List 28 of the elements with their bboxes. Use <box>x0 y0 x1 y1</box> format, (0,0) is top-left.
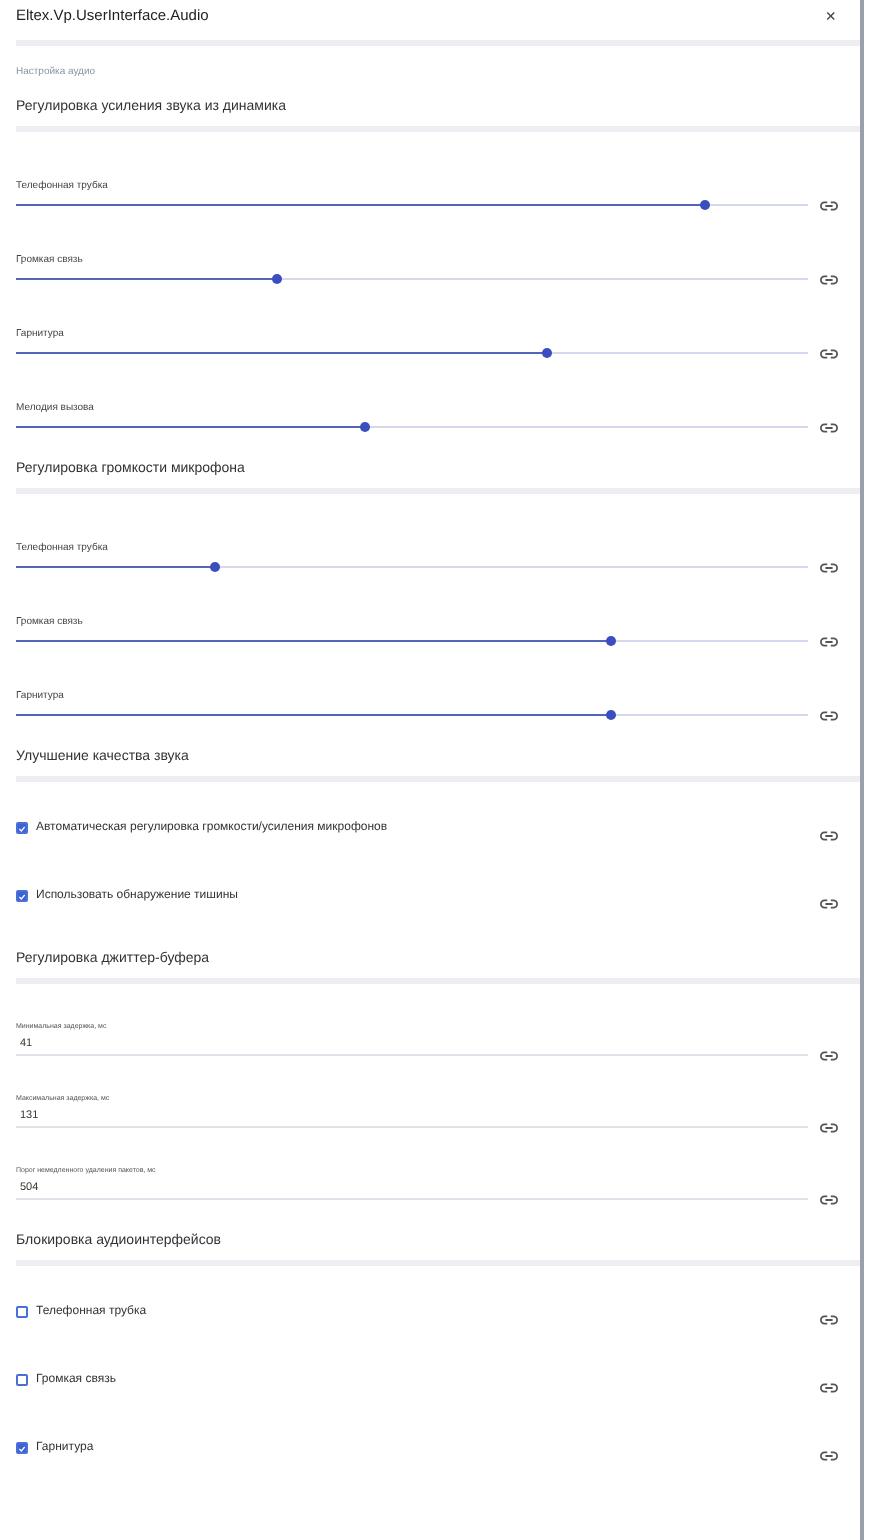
link-icon[interactable] <box>820 200 838 212</box>
slider-thumb[interactable] <box>209 561 219 572</box>
link-icon[interactable] <box>820 348 838 360</box>
link-icon[interactable] <box>820 1050 838 1062</box>
checkbox[interactable] <box>16 1374 28 1386</box>
checkbox[interactable] <box>16 890 28 902</box>
checkbox[interactable] <box>16 1442 28 1454</box>
link-icon[interactable] <box>820 830 838 842</box>
link-icon[interactable] <box>820 274 838 286</box>
link-icon[interactable] <box>820 1122 838 1134</box>
close-button[interactable]: × <box>825 5 836 25</box>
link-icon[interactable] <box>820 1450 838 1462</box>
link-icon[interactable] <box>820 636 838 648</box>
link-icon[interactable] <box>820 422 838 434</box>
link-icon[interactable] <box>820 1314 838 1326</box>
slider-thumb[interactable] <box>359 421 370 432</box>
link-icon[interactable] <box>820 1382 838 1394</box>
checkbox[interactable] <box>16 1306 28 1318</box>
link-icon[interactable] <box>820 898 838 910</box>
slider-thumb[interactable] <box>541 347 552 358</box>
slider-thumb[interactable] <box>605 635 615 646</box>
link-icon[interactable] <box>820 1194 838 1206</box>
checkbox[interactable] <box>16 822 28 834</box>
slider-thumb[interactable] <box>605 709 615 720</box>
link-icon[interactable] <box>820 710 838 722</box>
slider-thumb[interactable] <box>700 199 711 210</box>
slider-thumb[interactable] <box>272 273 283 284</box>
link-icon[interactable] <box>820 562 838 574</box>
